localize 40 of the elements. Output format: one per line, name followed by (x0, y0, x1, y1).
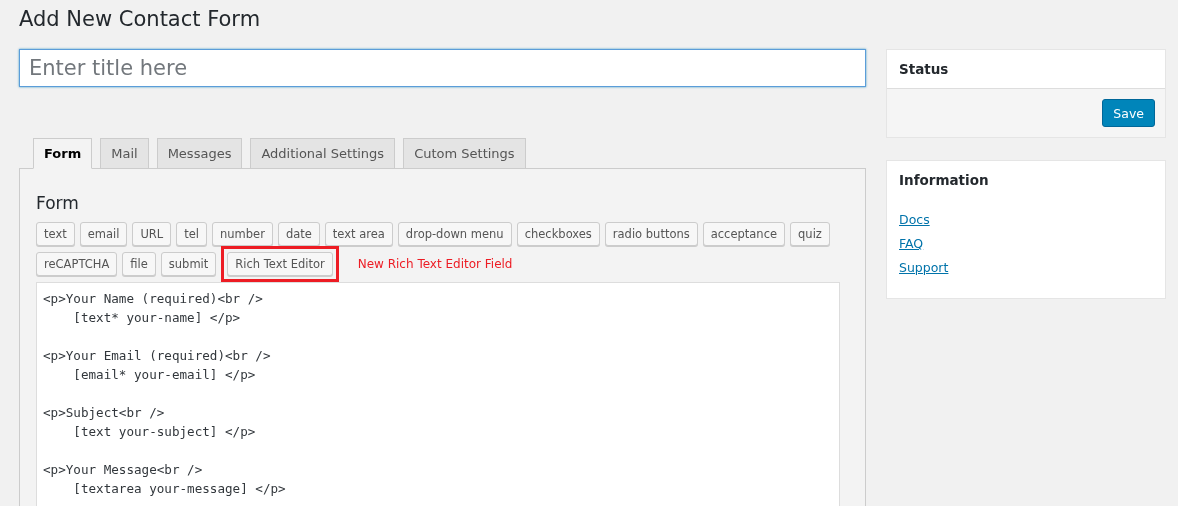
code-line: [text* your-name] </p> (72, 309, 242, 327)
code-line: <p>Your Email (required)<br /> (43, 347, 272, 365)
tab[interactable]: Messages (156, 138, 243, 169)
form-code-editor[interactable] (36, 282, 840, 506)
tab[interactable]: Mail (100, 138, 149, 169)
sidebar-link[interactable]: FAQ (899, 235, 924, 253)
code-line: [text your-subject] </p> (72, 423, 257, 441)
title-field[interactable]: Enter title here (19, 49, 866, 87)
form-heading: Form (36, 193, 80, 213)
tab[interactable]: Additional Settings (250, 138, 396, 169)
code-line: <p>Your Message<br /> (43, 461, 204, 479)
tag-button[interactable]: text (36, 222, 75, 246)
page-title: Add New Contact Form (19, 6, 262, 33)
tag-button[interactable]: number (212, 222, 273, 246)
tag-button[interactable]: submit (160, 252, 217, 276)
code-line: [email* your-email] </p> (72, 366, 257, 384)
tag-button[interactable]: URL (132, 222, 172, 246)
save-button[interactable]: Save (1102, 99, 1155, 127)
sidebar-link[interactable]: Support (899, 259, 949, 277)
tab[interactable]: Form (33, 138, 93, 169)
tag-button[interactable]: email (79, 222, 128, 246)
code-line: <p>Subject<br /> (43, 404, 166, 422)
tag-button[interactable]: reCAPTCHA (36, 252, 118, 276)
code-line: <p>Your Name (required)<br /> (43, 290, 264, 308)
annotation-text: New Rich Text Editor Field (357, 257, 513, 271)
tag-button[interactable]: date (277, 222, 320, 246)
box-title: Information (898, 171, 990, 190)
tag-button[interactable]: quiz (790, 222, 830, 246)
tag-button[interactable]: checkboxes (516, 222, 600, 246)
tag-button[interactable]: acceptance (702, 222, 786, 246)
code-line: [textarea your-message] </p> (72, 480, 287, 498)
tag-button[interactable]: radio buttons (604, 222, 698, 246)
tag-button[interactable]: drop-down menu (397, 222, 512, 246)
box-title: Status (898, 60, 950, 79)
tag-button[interactable]: text area (324, 222, 393, 246)
sidebar-link[interactable]: Docs (899, 211, 930, 229)
tag-button[interactable]: file (122, 252, 156, 276)
tag-button[interactable]: tel (176, 222, 208, 246)
tab[interactable]: Cutom Settings (403, 138, 526, 169)
tag-button[interactable]: Rich Text Editor (227, 252, 333, 276)
